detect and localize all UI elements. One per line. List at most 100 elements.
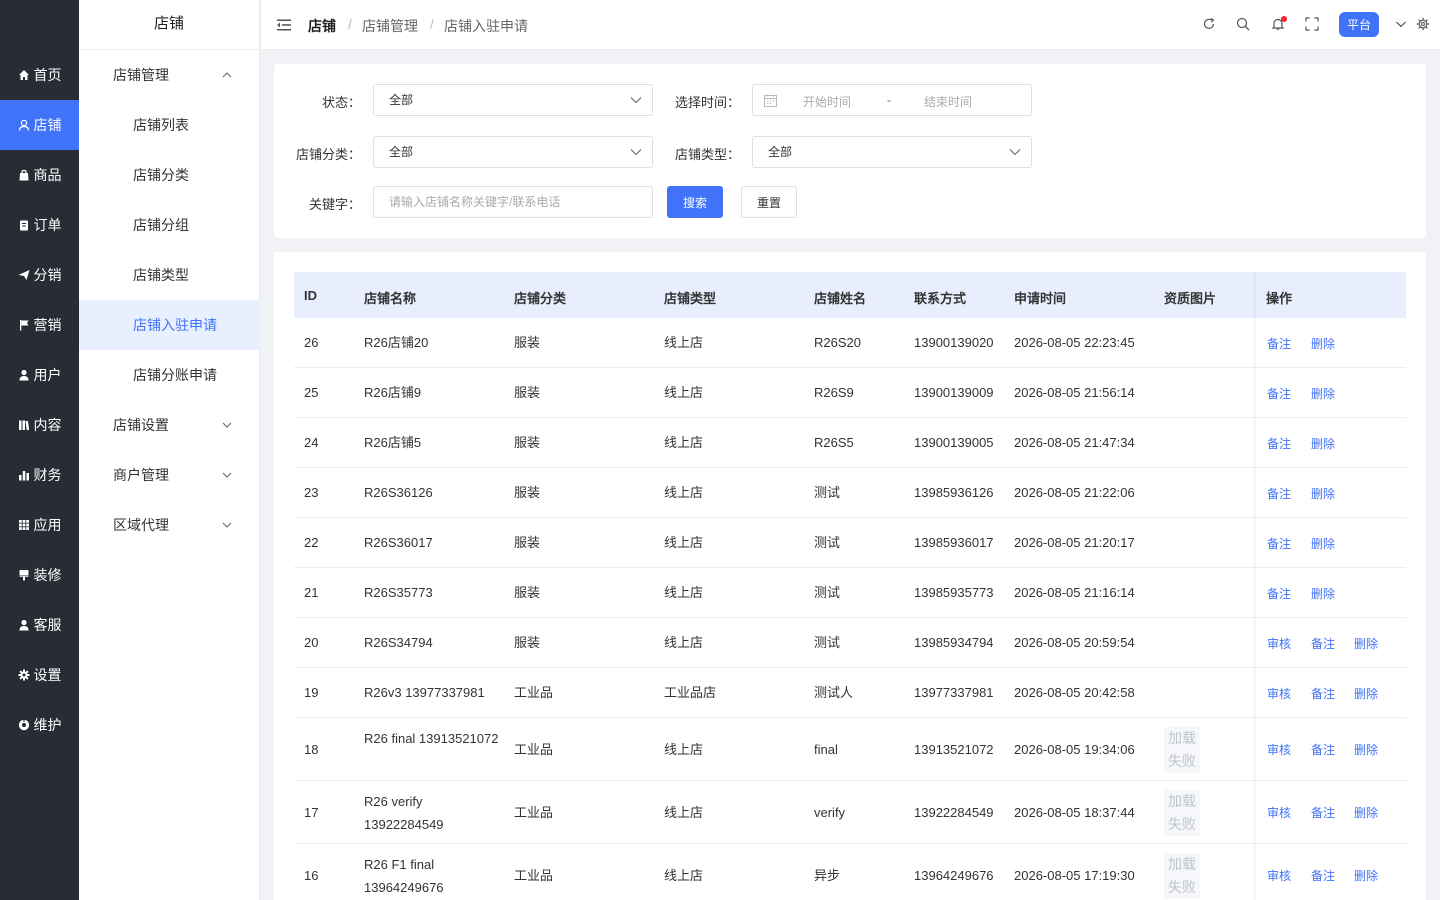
remark-link[interactable]: 备注	[1311, 867, 1335, 884]
nav-item-finance[interactable]: 财务	[0, 450, 79, 500]
home-icon	[18, 70, 29, 80]
audit-link[interactable]: 审核	[1267, 741, 1291, 758]
nav-item-label: 装修	[33, 567, 62, 583]
submenu-group-label: 商户管理	[113, 467, 169, 483]
nav-item-label: 分销	[33, 267, 62, 283]
delete-link[interactable]: 删除	[1354, 635, 1378, 652]
breadcrumb-store[interactable]: 店铺	[308, 16, 336, 36]
cell-id: 24	[304, 435, 319, 450]
nav-item-maintenance[interactable]: 维护	[0, 700, 79, 750]
qualification-image-failed[interactable]: 加载失败	[1164, 853, 1200, 899]
breadcrumb-store-management[interactable]: 店铺管理	[362, 16, 418, 36]
nav-item-apps[interactable]: 应用	[0, 500, 79, 550]
submenu-item-store-category[interactable]: 店铺分类	[79, 150, 260, 200]
remark-link[interactable]: 备注	[1267, 585, 1291, 602]
audit-link[interactable]: 审核	[1267, 635, 1291, 652]
search-icon[interactable]	[1236, 17, 1250, 31]
remark-link[interactable]: 备注	[1311, 635, 1335, 652]
submenu-group-region-agent[interactable]: 区域代理	[79, 500, 260, 550]
nav-item-goods[interactable]: 商品	[0, 150, 79, 200]
chevron-down-icon[interactable]	[1394, 17, 1408, 31]
delete-link[interactable]: 删除	[1311, 485, 1335, 502]
refresh-icon[interactable]	[1202, 17, 1216, 31]
settings-gear-icon[interactable]	[1416, 17, 1430, 31]
cell-contact: 13977337981	[914, 685, 994, 700]
delete-link[interactable]: 删除	[1311, 335, 1335, 352]
cell-store-name: R26店铺9	[364, 385, 422, 400]
type-select[interactable]: 全部	[752, 136, 1032, 168]
submenu-group-merchant[interactable]: 商户管理	[79, 450, 260, 500]
audit-link[interactable]: 审核	[1267, 867, 1291, 884]
remark-link[interactable]: 备注	[1267, 435, 1291, 452]
search-button[interactable]: 搜索	[667, 186, 723, 218]
nav-item-decoration[interactable]: 装修	[0, 550, 79, 600]
delete-link[interactable]: 删除	[1354, 867, 1378, 884]
fullscreen-icon[interactable]	[1305, 17, 1319, 31]
audit-link[interactable]: 审核	[1267, 685, 1291, 702]
remark-link[interactable]: 备注	[1267, 385, 1291, 402]
date-range-picker[interactable]: 开始时间 - 结束时间	[752, 84, 1032, 116]
cell-contact: 13985936126	[914, 485, 994, 500]
qualification-image-failed[interactable]: 加载失败	[1164, 790, 1200, 836]
delete-link[interactable]: 删除	[1311, 385, 1335, 402]
cell-category: 服装	[514, 435, 541, 450]
column-header-apply-time: 申请时间	[1014, 291, 1067, 306]
cell-type: 线上店	[664, 742, 704, 757]
remark-link[interactable]: 备注	[1311, 804, 1335, 821]
remark-link[interactable]: 备注	[1311, 685, 1335, 702]
delete-link[interactable]: 删除	[1311, 535, 1335, 552]
nav-item-label: 设置	[33, 667, 62, 683]
reset-button[interactable]: 重置	[741, 186, 797, 218]
submenu-group-store-management[interactable]: 店铺管理	[79, 50, 260, 100]
qualification-image-failed[interactable]: 加载失败	[1164, 727, 1200, 773]
nav-item-home[interactable]: 首页	[0, 50, 79, 100]
platform-button[interactable]: 平台	[1339, 12, 1379, 37]
remark-link[interactable]: 备注	[1267, 535, 1291, 552]
cell-owner: 测试人	[814, 685, 854, 700]
remark-link[interactable]: 备注	[1311, 741, 1335, 758]
nav-item-orders[interactable]: 订单	[0, 200, 79, 250]
category-select[interactable]: 全部	[373, 136, 653, 168]
nav-item-settings[interactable]: 设置	[0, 650, 79, 700]
nav-item-marketing[interactable]: 营销	[0, 300, 79, 350]
delete-link[interactable]: 删除	[1354, 804, 1378, 821]
cell-category: 服装	[514, 635, 541, 650]
cell-apply-time: 2026-08-05 19:34:06	[1014, 742, 1135, 757]
audit-link[interactable]: 审核	[1267, 804, 1291, 821]
cell-type: 线上店	[664, 535, 704, 550]
submenu-group-store-settings[interactable]: 店铺设置	[79, 400, 260, 450]
column-header-actions: 操作	[1266, 291, 1293, 306]
nav-item-distribution[interactable]: 分销	[0, 250, 79, 300]
cell-id: 18	[304, 742, 319, 757]
headset-icon	[19, 619, 28, 631]
type-select-value: 全部	[768, 145, 793, 159]
cell-category: 工业品	[514, 805, 554, 820]
table-row: 22 R26S36017 服装 线上店 测试 13985936017 2026-08-05 …	[294, 518, 1406, 568]
delete-link[interactable]: 删除	[1354, 685, 1378, 702]
chevron-up-icon	[222, 72, 232, 78]
remark-link[interactable]: 备注	[1267, 335, 1291, 352]
status-select[interactable]: 全部	[373, 84, 653, 116]
delete-link[interactable]: 删除	[1354, 741, 1378, 758]
cell-owner: verify	[814, 805, 846, 820]
nav-item-users[interactable]: 用户	[0, 350, 79, 400]
submenu-item-store-application[interactable]: 店铺入驻申请	[79, 300, 260, 350]
nav-item-content[interactable]: 内容	[0, 400, 79, 450]
delete-link[interactable]: 删除	[1311, 435, 1335, 452]
menu-fold-icon[interactable]	[277, 18, 291, 32]
delete-link[interactable]: 删除	[1311, 585, 1335, 602]
chevron-down-icon	[630, 149, 642, 156]
submenu-item-store-group[interactable]: 店铺分组	[79, 200, 260, 250]
cell-apply-time: 2026-08-05 21:16:14	[1014, 585, 1135, 600]
submenu-item-store-list[interactable]: 店铺列表	[79, 100, 260, 150]
cell-category: 工业品	[514, 868, 554, 883]
nav-item-store[interactable]: 店铺	[0, 100, 79, 150]
keyword-input[interactable]: 请输入店铺名称关键字/联系电话	[373, 186, 653, 218]
submenu-item-split-application[interactable]: 店铺分账申请	[79, 350, 260, 400]
table-row: 23 R26S36126 服装 线上店 测试 13985936126 2026-08-05 …	[294, 468, 1406, 518]
nav-item-service[interactable]: 客服	[0, 600, 79, 650]
cell-contact: 13900139009	[914, 385, 994, 400]
cell-contact: 13985935773	[914, 585, 994, 600]
remark-link[interactable]: 备注	[1267, 485, 1291, 502]
submenu-item-store-type[interactable]: 店铺类型	[79, 250, 260, 300]
